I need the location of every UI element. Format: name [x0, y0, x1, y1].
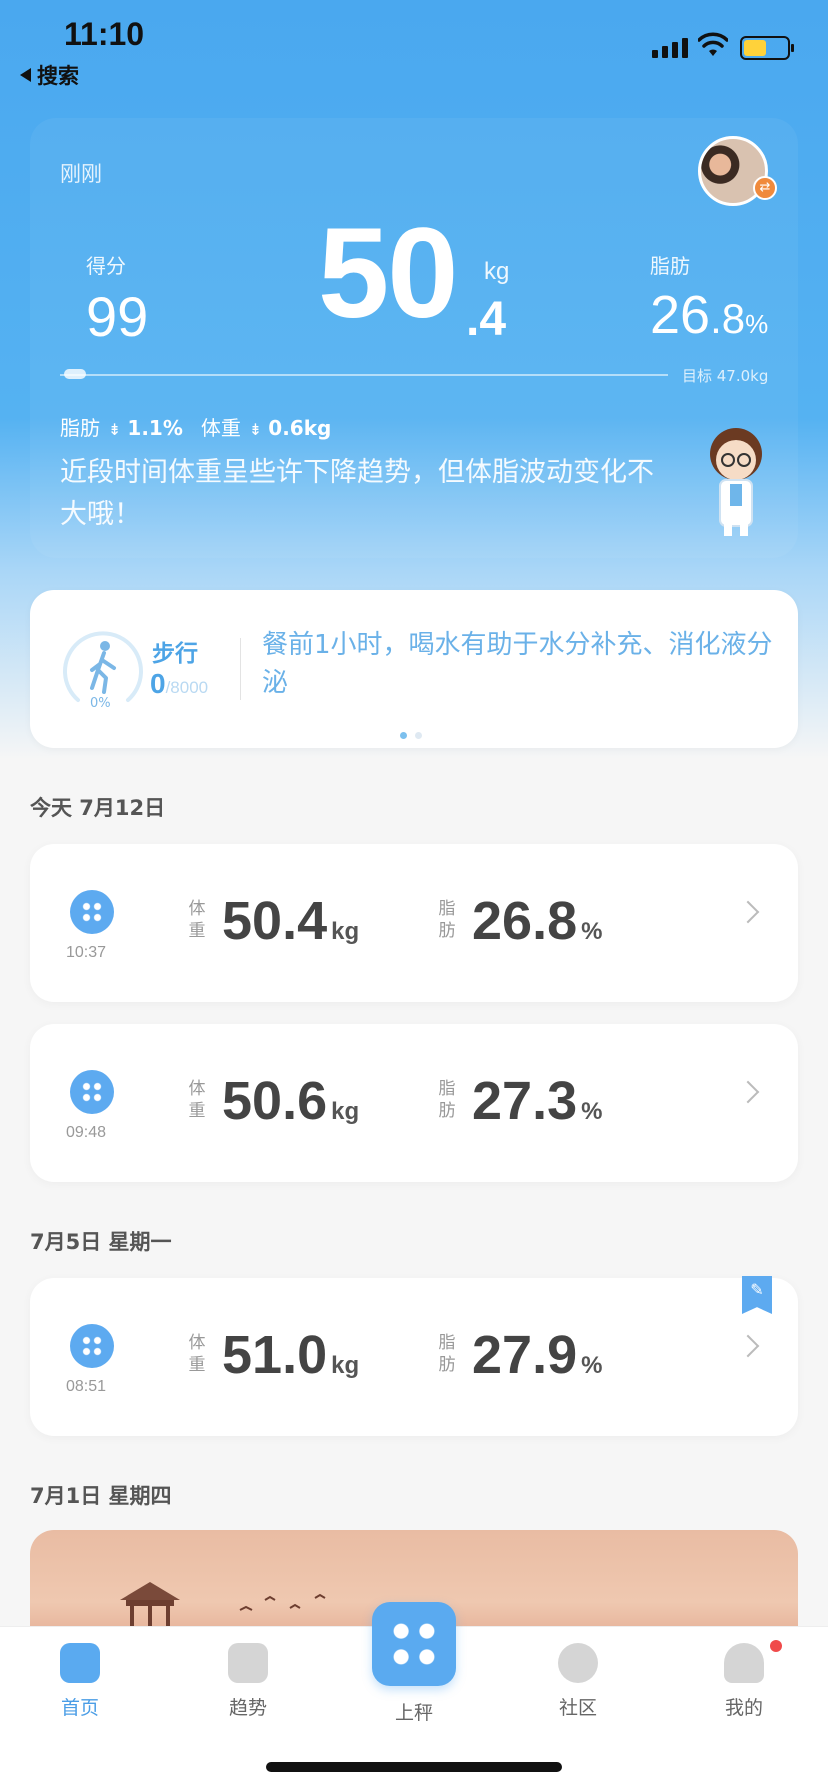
tab-home[interactable]: 首页 — [20, 1643, 140, 1720]
fat-number: 26.8 — [472, 891, 578, 951]
divider — [240, 638, 241, 700]
fat-value: 27.3% — [472, 1074, 602, 1128]
steps-card[interactable]: 0% 步行 0/8000 餐前1小时，喝水有助于水分补充、消化液分泌 — [30, 590, 798, 748]
scale-icon — [391, 1621, 437, 1667]
steps-percent: 0% — [90, 696, 111, 711]
carousel-indicator — [400, 732, 422, 739]
score-label: 得分 — [86, 254, 126, 278]
fat-integer: 26 — [650, 285, 711, 345]
delta-weight-label: 体重 — [200, 416, 241, 440]
chevron-right-icon — [736, 1080, 760, 1104]
fat-unit: % — [581, 1098, 603, 1125]
weight-unit: kg — [331, 1098, 360, 1125]
notification-dot — [770, 1640, 782, 1652]
record-row[interactable]: 08:51 体重 51.0 kg 脂肪 27.9% — [30, 1278, 798, 1436]
weight-number: 51.0 — [222, 1325, 328, 1385]
trend-icon — [228, 1643, 268, 1683]
tab-label: 趋势 — [228, 1697, 267, 1719]
delta-fat-value: 1.1% — [127, 416, 183, 440]
record-time: 08:51 — [66, 1378, 107, 1395]
record-time: 09:48 — [66, 1124, 107, 1141]
fat-label: 脂肪 — [438, 1079, 456, 1121]
steps-goal: /8000 — [165, 678, 209, 697]
weight-label: 体重 — [188, 1333, 206, 1375]
home-icon — [60, 1643, 100, 1683]
delta-fat-label: 脂肪 — [60, 416, 100, 440]
down-arrow-icon: ⇟ — [248, 420, 263, 439]
weight-unit: kg — [331, 1352, 360, 1379]
record-row[interactable]: 09:48 体重 50.6 kg 脂肪 27.3% — [30, 1024, 798, 1182]
tab-label: 我的 — [724, 1697, 763, 1719]
steps-current: 0 — [150, 668, 166, 699]
record-time: 10:37 — [66, 944, 107, 961]
weight-value: 51.0 kg — [222, 1328, 359, 1382]
weight-value: 50.4 kg — [222, 894, 359, 948]
weight-number: 50.6 — [222, 1071, 328, 1131]
delta-weight-value: 0.6kg — [268, 416, 332, 440]
fat-value: 26.8% — [650, 284, 768, 346]
tab-community[interactable]: 社区 — [518, 1643, 638, 1720]
back-to-search-link[interactable]: 搜索 — [20, 60, 79, 90]
chevron-right-icon — [736, 1334, 760, 1358]
change-summary: 脂肪 ⇟ 1.1% 体重 ⇟ 0.6kg — [60, 412, 331, 441]
scale-icon — [70, 890, 114, 934]
scale-icon — [70, 1070, 114, 1114]
tab-trend[interactable]: 趋势 — [188, 1643, 308, 1720]
tab-label: 社区 — [558, 1697, 597, 1719]
weight-value: 50.6 kg — [222, 1074, 359, 1128]
weigh-label: 上秤 — [394, 1702, 433, 1724]
weight-unit: kg — [484, 258, 510, 285]
score-value: 99 — [86, 285, 149, 348]
fat-value: 26.8% — [472, 894, 602, 948]
fat-decimal: .8 — [710, 295, 746, 342]
fat-unit: % — [745, 309, 769, 339]
goal-progress-track — [60, 374, 668, 376]
chevron-right-icon — [736, 900, 760, 924]
scale-icon — [70, 1324, 114, 1368]
weight-unit: kg — [331, 918, 360, 945]
date-header: 今天 7月12日 — [30, 796, 166, 820]
back-label: 搜索 — [37, 64, 79, 88]
carousel-dot[interactable] — [415, 732, 422, 739]
fat-unit: % — [581, 918, 603, 945]
home-indicator[interactable] — [266, 1762, 562, 1772]
measure-time-label: 刚刚 — [60, 162, 102, 186]
battery-icon — [740, 36, 794, 60]
tab-label: 首页 — [60, 1697, 99, 1719]
back-arrow-icon — [20, 68, 31, 82]
weight-number: 50.4 — [222, 891, 328, 951]
weight-label: 体重 — [188, 899, 206, 941]
fat-label: 脂肪 — [438, 1333, 456, 1375]
down-arrow-icon: ⇟ — [108, 420, 122, 439]
steps-title: 步行 — [152, 641, 198, 667]
tab-profile[interactable]: 我的 — [684, 1643, 804, 1720]
fat-label: 脂肪 — [650, 254, 690, 278]
compass-icon — [558, 1643, 598, 1683]
fat-unit: % — [581, 1352, 603, 1379]
steps-count: 0/8000 — [150, 668, 208, 700]
weight-label: 体重 — [188, 1079, 206, 1121]
goal-progress-marker — [64, 369, 86, 379]
status-time: 11:10 — [64, 16, 145, 52]
date-header: 7月5日 星期一 — [30, 1230, 172, 1254]
user-icon — [724, 1643, 764, 1683]
date-header: 7月1日 星期四 — [30, 1484, 172, 1508]
wifi-icon — [698, 32, 728, 56]
weight-decimal: .4 — [466, 293, 507, 346]
carousel-dot-active[interactable] — [400, 732, 407, 739]
health-tip-text: 餐前1小时，喝水有助于水分补充、消化液分泌 — [262, 630, 773, 698]
switch-user-icon[interactable]: ⇄ — [753, 176, 777, 200]
fat-value: 27.9% — [472, 1328, 602, 1382]
weight-integer: 50 — [318, 202, 458, 345]
fat-number: 27.3 — [472, 1071, 578, 1131]
record-row[interactable]: 10:37 体重 50.4 kg 脂肪 26.8% — [30, 844, 798, 1002]
fat-number: 27.9 — [472, 1325, 578, 1385]
signal-icon — [652, 38, 688, 58]
fat-label: 脂肪 — [438, 899, 456, 941]
doctor-mascot-icon[interactable] — [700, 424, 772, 542]
goal-weight: 目标 47.0kg — [682, 367, 769, 385]
weigh-button[interactable] — [372, 1602, 456, 1686]
trend-advice-text: 近段时间体重呈些许下降趋势，但体脂波动变化不大哦！ — [60, 457, 654, 530]
